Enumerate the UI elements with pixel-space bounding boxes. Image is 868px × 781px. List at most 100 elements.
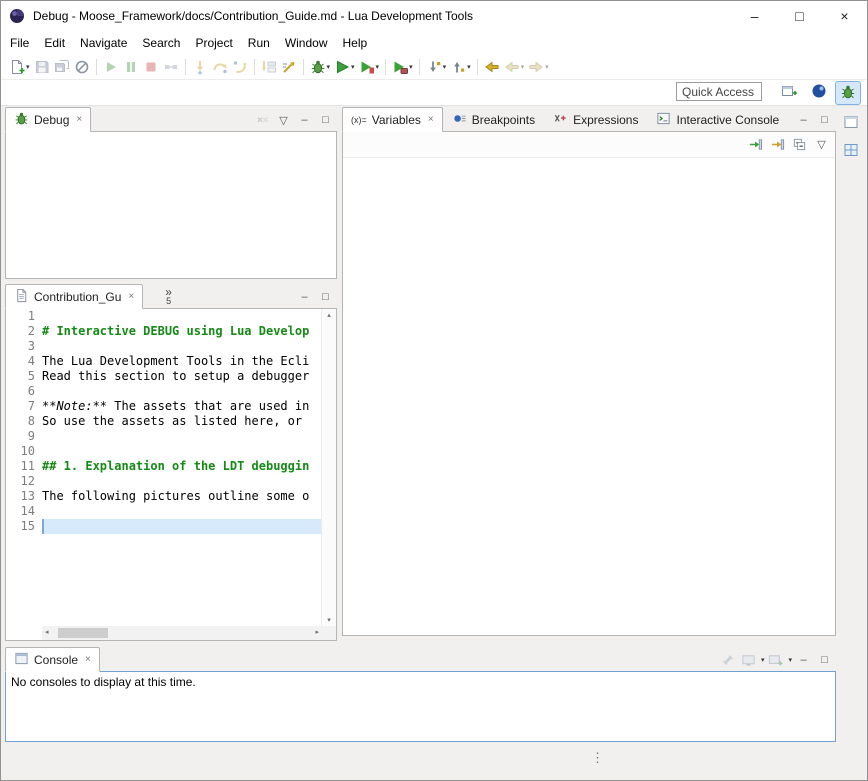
lua-perspective-button[interactable] <box>807 81 831 103</box>
tab-breakpoints[interactable]: Breakpoints <box>443 107 544 132</box>
tab-close-icon[interactable]: × <box>128 291 134 302</box>
line-number: 15 <box>6 519 42 534</box>
terminate-button <box>142 56 160 78</box>
forward-dropdown-arrow[interactable]: ▾ <box>545 63 549 71</box>
show-type-names-icon[interactable] <box>746 136 765 154</box>
view-menu-icon[interactable]: ▽ <box>274 111 293 129</box>
debug-view-content[interactable] <box>5 131 337 279</box>
window-minimize-button[interactable]: – <box>732 1 777 31</box>
coverage-button[interactable]: ▾ <box>358 56 381 78</box>
open-perspective-button[interactable] <box>777 81 801 103</box>
maximize-view-icon[interactable]: □ <box>316 111 335 129</box>
next-annotation-button[interactable]: ▾ <box>425 56 448 78</box>
maximize-view-icon[interactable]: □ <box>815 111 834 129</box>
skip-all-breakpoints-button[interactable] <box>73 56 91 78</box>
code-line-14[interactable] <box>42 504 322 519</box>
code-line-5[interactable]: Read this section to setup a debugger <box>42 369 322 384</box>
tab-close-icon[interactable]: × <box>85 654 91 665</box>
variables-view-toolbar: ▽ <box>343 132 835 158</box>
line-number-ruler[interactable]: 123456789101112131415 <box>6 309 42 626</box>
code-line-8[interactable]: So use the assets as listed here, or <box>42 414 322 429</box>
code-line-2[interactable]: # Interactive DEBUG using Lua Develop <box>42 324 322 339</box>
debug-perspective-button[interactable] <box>835 81 861 105</box>
minimize-view-icon[interactable]: – <box>295 111 314 129</box>
menu-run[interactable]: Run <box>248 34 270 52</box>
window-maximize-button[interactable]: □ <box>777 1 822 31</box>
run-button[interactable]: ▾ <box>333 56 356 78</box>
variables-view-content[interactable]: ▽ <box>342 131 836 636</box>
disconnect-icon <box>163 59 179 75</box>
code-line-1[interactable] <box>42 309 322 324</box>
app-logo-icon <box>9 8 25 24</box>
minimized-view-stack-1-icon[interactable] <box>840 111 862 133</box>
code-line-6[interactable] <box>42 384 322 399</box>
menu-window[interactable]: Window <box>285 34 328 52</box>
coverage-icon <box>359 59 375 75</box>
tab-expressions[interactable]: Expressions <box>544 107 647 132</box>
previous-annotation-dropdown-arrow[interactable]: ▾ <box>467 63 471 71</box>
last-edit-location-button[interactable] <box>483 56 501 78</box>
vertical-scrollbar[interactable]: ▴ ▾ <box>321 309 336 626</box>
scroll-up-icon[interactable]: ▴ <box>322 311 336 319</box>
maximize-view-icon[interactable]: □ <box>815 651 834 669</box>
debug-dropdown-arrow[interactable]: ▾ <box>327 63 331 71</box>
minimized-view-stack-2-icon[interactable] <box>840 139 862 161</box>
code-line-10[interactable] <box>42 444 322 459</box>
maximize-view-icon[interactable]: □ <box>316 288 335 306</box>
horizontal-scrollbar-thumb[interactable] <box>58 628 108 638</box>
tab-interactive-console[interactable]: Interactive Console <box>647 107 788 132</box>
run-dropdown-arrow[interactable]: ▾ <box>351 63 355 71</box>
code-line-3[interactable] <box>42 339 322 354</box>
menu-navigate[interactable]: Navigate <box>80 34 127 52</box>
menu-help[interactable]: Help <box>343 34 368 52</box>
external-tools-icon <box>392 59 408 75</box>
minimize-view-icon[interactable]: – <box>794 651 813 669</box>
use-step-filters-button[interactable] <box>280 56 298 78</box>
external-tools-button[interactable]: ▾ <box>391 56 414 78</box>
next-annotation-dropdown-arrow[interactable]: ▾ <box>443 63 447 71</box>
code-line-13[interactable]: The following pictures outline some o <box>42 489 322 504</box>
tab-contribution-guide[interactable]: Contribution_Gu × <box>5 284 143 309</box>
sash-grip-icon[interactable]: ⋮ <box>591 750 604 766</box>
code-area[interactable]: # Interactive DEBUG using Lua Develop The… <box>42 309 322 626</box>
back-dropdown-arrow[interactable]: ▾ <box>521 63 525 71</box>
open-console-dropdown-arrow[interactable]: ▾ <box>788 656 792 664</box>
tab-close-icon[interactable]: × <box>428 114 434 125</box>
code-line-11[interactable]: ## 1. Explanation of the LDT debuggin <box>42 459 322 474</box>
tab-close-icon[interactable]: × <box>76 114 82 125</box>
view-menu-icon[interactable]: ▽ <box>812 136 831 154</box>
coverage-dropdown-arrow[interactable]: ▾ <box>376 63 380 71</box>
tab-variables[interactable]: (x)=Variables× <box>342 107 443 132</box>
code-line-9[interactable] <box>42 429 322 444</box>
quick-access-input[interactable]: Quick Access <box>676 82 762 101</box>
minimize-view-icon[interactable]: – <box>295 288 314 306</box>
menu-project[interactable]: Project <box>195 34 232 52</box>
code-line-7[interactable]: **Note:** The assets that are used in <box>42 399 322 414</box>
new-button[interactable]: ▾ <box>8 56 31 78</box>
code-line-15[interactable] <box>42 519 322 534</box>
display-console-dropdown-arrow[interactable]: ▾ <box>761 656 765 664</box>
tab-debug[interactable]: Debug × <box>5 107 91 132</box>
code-line-12[interactable] <box>42 474 322 489</box>
menu-file[interactable]: File <box>10 34 29 52</box>
code-line-4[interactable]: The Lua Development Tools in the Ecli <box>42 354 322 369</box>
line-number: 10 <box>6 444 42 459</box>
external-tools-dropdown-arrow[interactable]: ▾ <box>409 63 413 71</box>
scroll-down-icon[interactable]: ▾ <box>322 616 336 624</box>
tab-label: Contribution_Gu <box>34 290 121 304</box>
collapse-all-icon[interactable] <box>790 136 809 154</box>
show-logical-structures-icon[interactable] <box>768 136 787 154</box>
menu-search[interactable]: Search <box>142 34 180 52</box>
scroll-left-icon[interactable]: ◂ <box>45 626 49 640</box>
new-dropdown-arrow[interactable]: ▾ <box>26 63 30 71</box>
scroll-right-icon[interactable]: ▸ <box>315 626 319 640</box>
menu-edit[interactable]: Edit <box>44 34 65 52</box>
tab-console[interactable]: Console × <box>5 647 100 672</box>
previous-annotation-button[interactable]: ▾ <box>449 56 472 78</box>
horizontal-scrollbar[interactable]: ◂ ▸ <box>42 626 322 640</box>
window-close-button[interactable]: × <box>822 1 867 31</box>
minimize-view-icon[interactable]: – <box>794 111 813 129</box>
md-plain-text: Read this section to setup a debugger <box>42 369 309 383</box>
debug-button[interactable]: ▾ <box>309 56 332 78</box>
editor-tab-overflow-chevron[interactable]: » 5 <box>165 288 172 308</box>
